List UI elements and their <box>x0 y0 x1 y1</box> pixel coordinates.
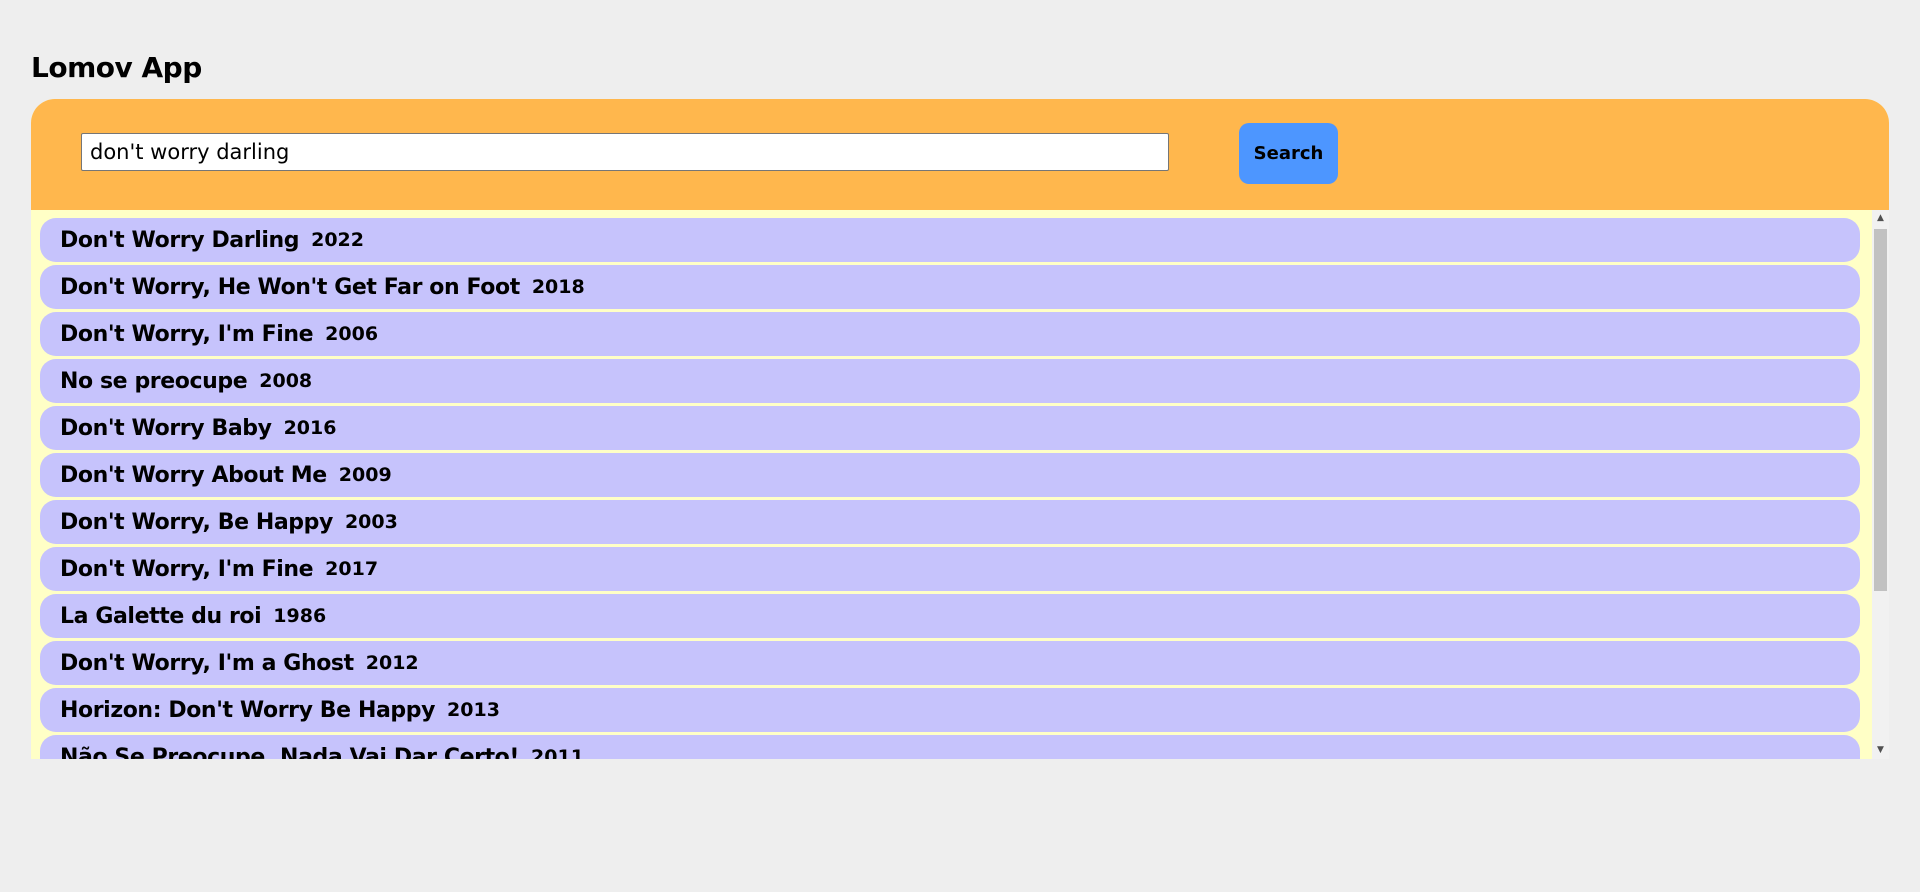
movie-year: 2011 <box>531 746 584 759</box>
search-input[interactable] <box>81 133 1169 171</box>
list-item[interactable]: Don't Worry Baby 2016 <box>40 406 1860 450</box>
results-list: Don't Worry Darling 2022 Don't Worry, He… <box>40 218 1860 759</box>
movie-year: 2018 <box>531 276 585 298</box>
movie-title: Don't Worry, Be Happy <box>60 509 333 535</box>
movie-title: Horizon: Don't Worry Be Happy <box>60 697 436 723</box>
page-title: Lomov App <box>31 51 202 84</box>
movie-year: 2006 <box>325 323 379 345</box>
movie-title: Don't Worry, He Won't Get Far on Foot <box>60 274 520 300</box>
list-item[interactable]: Don't Worry About Me 2009 <box>40 453 1860 497</box>
movie-year: 2017 <box>325 558 379 580</box>
movie-year: 2016 <box>283 417 337 439</box>
movie-title: No se preocupe <box>60 368 248 394</box>
movie-title: La Galette du roi <box>60 603 262 629</box>
list-item[interactable]: Don't Worry Darling 2022 <box>40 218 1860 262</box>
movie-title: Don't Worry, I'm Fine <box>60 556 314 582</box>
movie-title: Don't Worry About Me <box>60 462 327 488</box>
movie-year: 2012 <box>365 652 419 674</box>
movie-title: Don't Worry, I'm a Ghost <box>60 650 354 676</box>
movie-title: Don't Worry Darling <box>60 227 300 253</box>
movie-year: 2022 <box>311 229 364 251</box>
movie-year: 2013 <box>447 699 500 721</box>
list-item[interactable]: Não Se Preocupe, Nada Vai Dar Certo! 201… <box>40 735 1860 759</box>
scroll-thumb[interactable] <box>1874 229 1887 591</box>
movie-year: 2008 <box>259 370 313 392</box>
movie-title: Don't Worry, I'm Fine <box>60 321 314 347</box>
results-container[interactable]: Don't Worry Darling 2022 Don't Worry, He… <box>31 210 1889 759</box>
list-item[interactable]: Horizon: Don't Worry Be Happy 2013 <box>40 688 1860 732</box>
list-item[interactable]: Don't Worry, He Won't Get Far on Foot 20… <box>40 265 1860 309</box>
movie-year: 2009 <box>338 464 392 486</box>
scroll-down-icon[interactable]: ▼ <box>1872 742 1889 759</box>
search-bar: Search <box>31 99 1889 210</box>
search-panel: Search Don't Worry Darling 2022 Don't Wo… <box>31 99 1889 759</box>
list-item[interactable]: No se preocupe 2008 <box>40 359 1860 403</box>
list-item[interactable]: Don't Worry, I'm Fine 2006 <box>40 312 1860 356</box>
scroll-up-icon[interactable]: ▲ <box>1872 210 1889 227</box>
results-scrollbar[interactable]: ▲ ▼ <box>1872 210 1889 759</box>
movie-year: 2003 <box>344 511 398 533</box>
list-item[interactable]: Don't Worry, I'm a Ghost 2012 <box>40 641 1860 685</box>
list-item[interactable]: Don't Worry, Be Happy 2003 <box>40 500 1860 544</box>
movie-title: Não Se Preocupe, Nada Vai Dar Certo! <box>60 744 520 760</box>
search-button[interactable]: Search <box>1239 123 1338 184</box>
movie-year: 1986 <box>273 605 327 627</box>
list-item[interactable]: La Galette du roi 1986 <box>40 594 1860 638</box>
movie-title: Don't Worry Baby <box>60 415 272 441</box>
list-item[interactable]: Don't Worry, I'm Fine 2017 <box>40 547 1860 591</box>
